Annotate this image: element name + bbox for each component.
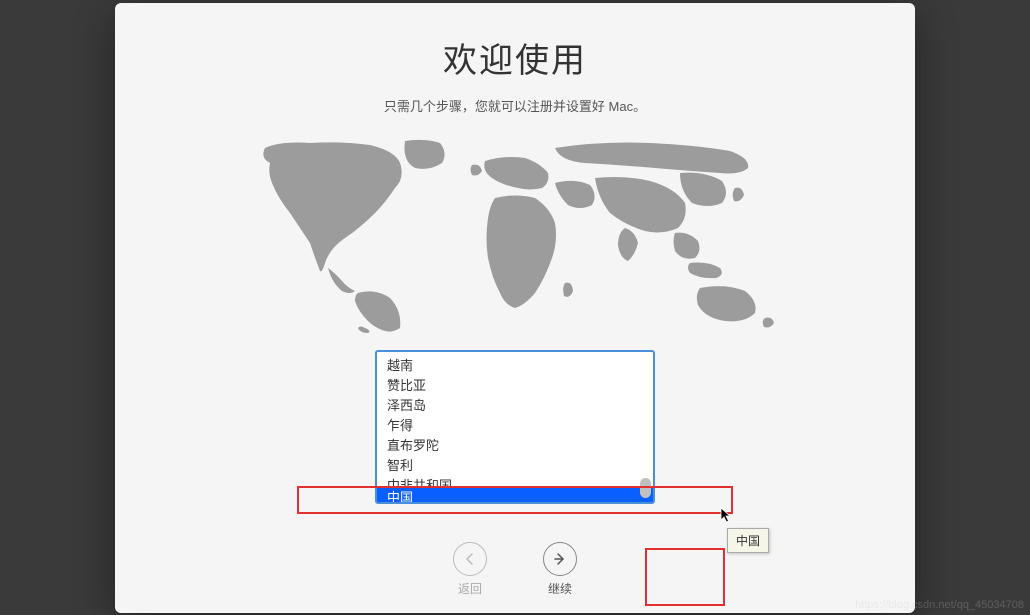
list-item[interactable]: 越南 (377, 356, 653, 376)
continue-button[interactable]: 继续 (543, 542, 577, 597)
list-item[interactable]: 直布罗陀 (377, 436, 653, 456)
arrow-left-icon (453, 542, 487, 576)
watermark: https://blog.csdn.net/qq_45034708 (855, 599, 1024, 611)
cursor-icon (720, 507, 734, 530)
back-label: 返回 (458, 580, 482, 597)
page-title: 欢迎使用 (443, 33, 587, 82)
list-item[interactable]: 智利 (377, 456, 653, 476)
list-item[interactable]: 赞比亚 (377, 376, 653, 396)
continue-label: 继续 (548, 580, 572, 597)
annotation-highlight-continue (645, 548, 725, 606)
welcome-window: 欢迎使用 只需几个步骤，您就可以注册并设置好 Mac。 (115, 3, 915, 613)
page-subtitle: 只需几个步骤，您就可以注册并设置好 Mac。 (384, 96, 646, 115)
world-map-svg (230, 133, 800, 338)
scrollbar-thumb[interactable] (640, 478, 651, 498)
country-listbox[interactable]: 越南 赞比亚 泽西岛 乍得 直布罗陀 智利 中非共和国 中国 (375, 350, 655, 504)
list-item[interactable]: 乍得 (377, 416, 653, 436)
list-item-selected[interactable]: 中国 (377, 488, 653, 504)
nav-buttons: 返回 继续 (453, 542, 577, 597)
world-map (230, 133, 800, 338)
tooltip: 中国 (727, 528, 769, 553)
back-button[interactable]: 返回 (453, 542, 487, 597)
list-item[interactable]: 中非共和国 (377, 476, 653, 488)
scrollbar[interactable] (636, 354, 651, 500)
arrow-right-icon (543, 542, 577, 576)
list-item[interactable]: 泽西岛 (377, 396, 653, 416)
